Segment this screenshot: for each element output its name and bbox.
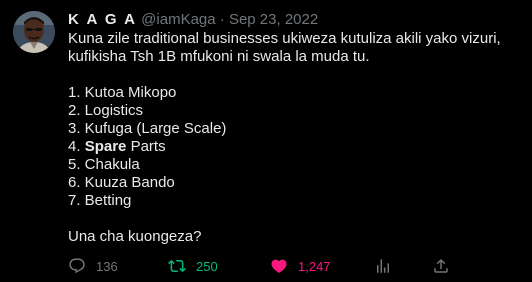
tweet-header: K A G A @iamKaga · Sep 23, 2022: [68, 10, 318, 30]
list-item: 6. Kuuza Bando: [68, 174, 175, 191]
like-button[interactable]: 1,247: [270, 256, 331, 276]
views-button[interactable]: [374, 256, 392, 276]
list-item-4-bold: Spare: [84, 138, 127, 155]
retweet-count: 250: [196, 258, 218, 274]
list-item: 5. Chakula: [68, 156, 140, 173]
list-item: 7. Betting: [68, 192, 132, 209]
tweet-date[interactable]: Sep 23, 2022: [229, 11, 318, 28]
list-item: 3. Kufuga (Large Scale): [68, 120, 227, 137]
analytics-icon: [374, 257, 392, 275]
list-item-4-number: 4.: [68, 138, 81, 155]
tweet-intro-line-1: Kuna zile traditional businesses ukiweza…: [68, 30, 501, 47]
heart-icon: [270, 257, 288, 275]
reply-count: 136: [96, 258, 118, 274]
list-item-4: 4. Spare Parts: [68, 138, 523, 156]
tweet-actions: 136 250 1,247: [68, 256, 528, 276]
retweet-button[interactable]: 250: [168, 256, 218, 276]
share-button[interactable]: [432, 256, 450, 276]
tweet[interactable]: K A G A @iamKaga · Sep 23, 2022 Kuna zil…: [0, 0, 532, 282]
reply-button[interactable]: 136: [68, 256, 118, 276]
share-icon: [432, 257, 450, 275]
author-name[interactable]: K A G A: [68, 11, 137, 28]
author-handle[interactable]: @iamKaga: [141, 11, 215, 28]
separator-dot: ·: [219, 11, 225, 28]
tweet-body: Kuna zile traditional businesses ukiweza…: [68, 30, 523, 246]
list-item: 1. Kutoa Mikopo: [68, 84, 177, 101]
avatar[interactable]: [13, 11, 55, 53]
list-item-4-rest: Parts: [130, 138, 166, 155]
avatar-image: [13, 11, 55, 53]
retweet-icon: [168, 257, 186, 275]
list-item: 2. Logistics: [68, 102, 144, 119]
tweet-intro-line-2: kufikisha Tsh 1B mfukoni ni swala la mud…: [68, 48, 370, 65]
tweet-closing: Una cha kuongeza?: [68, 228, 202, 245]
like-count: 1,247: [298, 258, 331, 274]
reply-icon: [68, 257, 86, 275]
